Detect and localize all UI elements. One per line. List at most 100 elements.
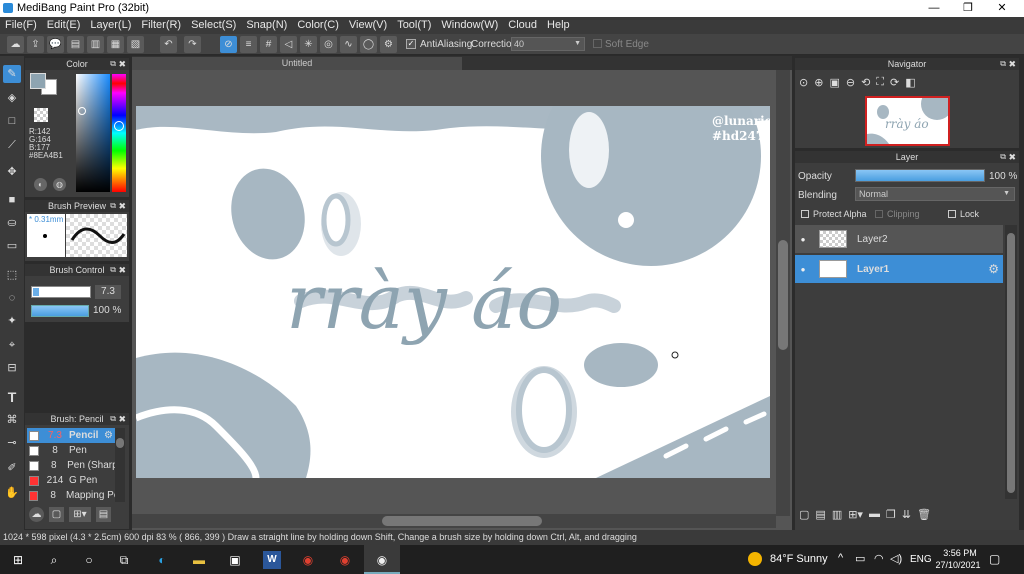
gear-icon[interactable]: ⚙ bbox=[988, 262, 1003, 276]
pen-curve-tool-icon[interactable]: ⟋ bbox=[3, 136, 21, 154]
brush-item[interactable]: 8 Pen bbox=[27, 443, 115, 458]
snap-curve-icon[interactable]: ∿ bbox=[340, 36, 357, 53]
brush-item[interactable]: 7.3 Pencil ⚙ bbox=[27, 428, 115, 443]
sv-cursor[interactable] bbox=[78, 107, 86, 115]
menu-select[interactable]: Select(S) bbox=[186, 17, 241, 34]
saturation-value-picker[interactable] bbox=[76, 74, 110, 192]
horizontal-scroll-thumb[interactable] bbox=[382, 516, 542, 526]
weather-text[interactable]: 84°F Sunny bbox=[770, 553, 828, 565]
volume-icon[interactable]: ◁) bbox=[890, 552, 902, 565]
color-wheel-icon[interactable]: ◍ bbox=[53, 178, 66, 191]
weather-sun-icon[interactable] bbox=[748, 552, 762, 566]
operation-tool-icon[interactable]: ⌘ bbox=[3, 411, 21, 429]
hue-slider[interactable] bbox=[112, 74, 126, 192]
cloud-icon[interactable]: ☁ bbox=[7, 36, 24, 53]
clipping-checkbox[interactable] bbox=[875, 210, 883, 218]
foreground-color-swatch[interactable] bbox=[30, 73, 46, 89]
brush-size-slider[interactable] bbox=[31, 286, 91, 298]
detach-icon[interactable]: ⧉ bbox=[110, 413, 116, 425]
language-indicator[interactable]: ENG bbox=[910, 554, 932, 565]
message-icon[interactable]: ▤ bbox=[67, 36, 84, 53]
windows-start-icon[interactable]: ⊞ bbox=[9, 551, 27, 569]
hand-tool-icon[interactable]: ✋ bbox=[3, 484, 21, 502]
undo-icon[interactable]: ↶ bbox=[160, 36, 177, 53]
brush-item[interactable]: 214 G Pen bbox=[27, 473, 115, 488]
battery-icon[interactable]: ▭ bbox=[855, 552, 865, 565]
duplicate-layer-icon[interactable]: ❐ bbox=[886, 508, 896, 521]
brush-tool-icon[interactable]: ✎ bbox=[3, 65, 21, 83]
rect-tool-icon[interactable]: □ bbox=[3, 112, 21, 130]
brush-opacity-slider[interactable] bbox=[31, 305, 89, 317]
soft-edge-checkbox[interactable] bbox=[593, 39, 602, 48]
new-brush-icon[interactable]: ▢ bbox=[49, 507, 64, 522]
edge-icon[interactable]: ◐ bbox=[153, 551, 171, 569]
zoom-in-icon[interactable]: ⊕ bbox=[814, 76, 823, 89]
upload-icon[interactable]: ⇪ bbox=[27, 36, 44, 53]
add-brush-icon[interactable]: ⊞▾ bbox=[69, 507, 91, 522]
detach-icon[interactable]: ⧉ bbox=[110, 200, 116, 212]
grid-icon[interactable]: ▦ bbox=[107, 36, 124, 53]
lock-checkbox[interactable] bbox=[948, 210, 956, 218]
drawing-canvas[interactable]: rrày áo @lunarie #hd247 bbox=[136, 106, 770, 478]
task-view-icon[interactable]: ⧉ bbox=[115, 551, 133, 569]
brush-size-value[interactable]: 7.3 bbox=[95, 285, 121, 299]
word-icon[interactable]: W bbox=[263, 551, 281, 569]
medibang-taskbar-button[interactable]: ◉ bbox=[364, 545, 400, 574]
close-icon[interactable]: ✖ bbox=[1008, 151, 1016, 163]
rotate-right-icon[interactable]: ⟳ bbox=[890, 76, 899, 89]
text-tool-icon[interactable]: T bbox=[3, 388, 21, 406]
snap-radial-icon[interactable]: ✳ bbox=[300, 36, 317, 53]
close-icon[interactable]: ✖ bbox=[118, 200, 126, 212]
fit-screen-icon[interactable]: ⛶ bbox=[876, 76, 884, 89]
comment-icon[interactable]: 💬 bbox=[47, 36, 64, 53]
chevron-up-icon[interactable]: ^ bbox=[838, 552, 843, 564]
minimize-button[interactable]: — bbox=[916, 0, 952, 17]
select-eraser-tool-icon[interactable]: ⊟ bbox=[3, 359, 21, 377]
brush-item[interactable]: 8 Pen (Sharp bbox=[27, 458, 115, 473]
brush-settings-icon[interactable]: ▤ bbox=[96, 507, 111, 522]
vertical-scroll-thumb[interactable] bbox=[778, 240, 788, 350]
gradient-tool-icon[interactable]: ▭ bbox=[3, 237, 21, 255]
bucket-tool-icon[interactable]: ⛀ bbox=[3, 214, 21, 232]
snap-grid-icon[interactable]: # bbox=[260, 36, 277, 53]
eraser-tool-icon[interactable]: ◈ bbox=[3, 89, 21, 107]
document-tab[interactable]: Untitled bbox=[132, 57, 462, 70]
layer-scroll-thumb[interactable] bbox=[1007, 233, 1015, 493]
dropper-tool-icon[interactable]: ⊸ bbox=[3, 434, 21, 452]
layer-row[interactable]: ● Layer1 ⚙ bbox=[795, 255, 1003, 283]
notification-icon[interactable]: ▢ bbox=[989, 552, 1000, 566]
maximize-button[interactable]: ❐ bbox=[950, 0, 986, 17]
eyedropper-tool-icon[interactable]: ✐ bbox=[3, 459, 21, 477]
merge-layer-icon[interactable]: ⇊ bbox=[902, 508, 911, 521]
rotate-left-icon[interactable]: ⟲ bbox=[861, 76, 870, 89]
close-icon[interactable]: ✖ bbox=[1008, 58, 1016, 70]
zoom-fit-icon[interactable]: ⊙ bbox=[799, 76, 808, 89]
menu-edit[interactable]: Edit(E) bbox=[42, 17, 86, 34]
snap-ellipse-icon[interactable]: ◯ bbox=[360, 36, 377, 53]
transparent-swatch[interactable] bbox=[34, 108, 48, 122]
snap-perspective-icon[interactable]: ◁ bbox=[280, 36, 297, 53]
flip-icon[interactable]: ◧ bbox=[905, 76, 915, 89]
snap-circle-icon[interactable]: ◎ bbox=[320, 36, 337, 53]
correction-select[interactable]: 40 ▼ bbox=[511, 37, 585, 51]
layer-scrollbar[interactable] bbox=[1005, 225, 1017, 499]
close-icon[interactable]: ✖ bbox=[118, 413, 126, 425]
close-icon[interactable]: ✖ bbox=[118, 58, 126, 70]
protect-alpha-checkbox[interactable] bbox=[801, 210, 809, 218]
detach-icon[interactable]: ⧉ bbox=[110, 58, 116, 70]
fit-window-icon[interactable]: ▣ bbox=[829, 76, 839, 89]
antialiasing-checkbox[interactable]: ✓ bbox=[406, 39, 416, 49]
layout-icon[interactable]: ▧ bbox=[127, 36, 144, 53]
close-icon[interactable]: ✖ bbox=[118, 264, 126, 276]
menu-snap[interactable]: Snap(N) bbox=[241, 17, 292, 34]
palette-icon[interactable]: ◐ bbox=[34, 178, 47, 191]
close-button[interactable]: ✕ bbox=[984, 0, 1020, 17]
file-explorer-icon[interactable]: ▬ bbox=[190, 551, 208, 569]
horizontal-scrollbar[interactable] bbox=[132, 514, 776, 528]
menu-layer[interactable]: Layer(L) bbox=[85, 17, 136, 34]
snap-settings-icon[interactable]: ⚙ bbox=[380, 36, 397, 53]
wifi-icon[interactable]: ◠ bbox=[874, 552, 884, 565]
new-halftone-layer-icon[interactable]: ▤ bbox=[815, 508, 825, 521]
menu-cloud[interactable]: Cloud bbox=[503, 17, 542, 34]
move-tool-icon[interactable]: ✥ bbox=[3, 163, 21, 181]
